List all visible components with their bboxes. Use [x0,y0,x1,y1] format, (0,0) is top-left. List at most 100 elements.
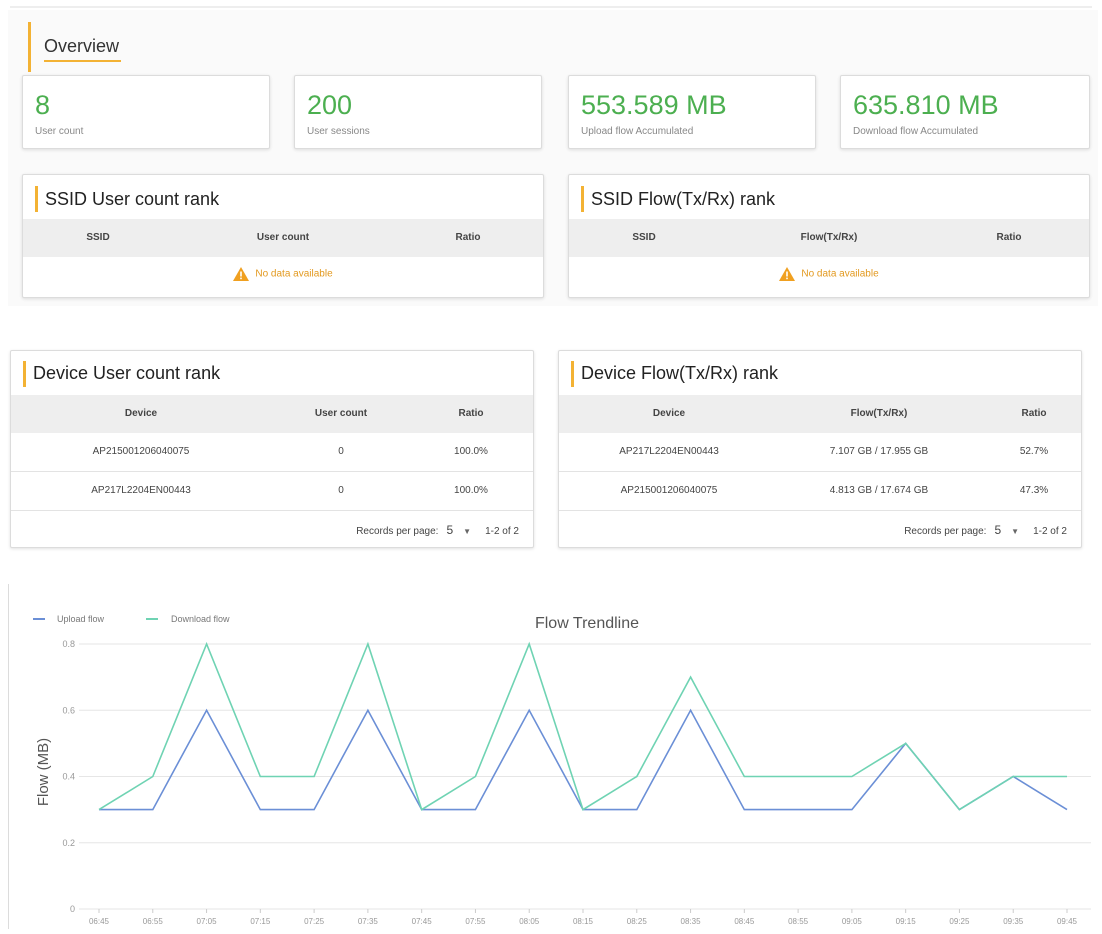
chart-legend[interactable]: Upload flow Download flow [33,614,230,624]
column-header-user-count[interactable]: User count [291,395,391,433]
column-header-ratio[interactable]: Ratio [1004,395,1064,433]
column-header-flow[interactable]: Flow(Tx/Rx) [814,395,944,433]
x-tick-label: 08:55 [788,917,809,926]
overview-title-underline [44,60,121,62]
x-tick-label: 09:25 [949,917,970,926]
series-line-upload[interactable] [99,708,1068,811]
card-accent-bar [581,186,584,212]
cell-flow: 4.813 GB / 17.674 GB [829,485,929,496]
column-header-ssid[interactable]: SSID [23,219,173,257]
column-header-device[interactable]: Device [599,395,739,433]
table-header: SSID Flow(Tx/Rx) Ratio [569,219,1089,257]
stat-value: 553.589 MB [581,90,727,120]
x-tick-label: 08:45 [734,917,755,926]
caret-down-icon[interactable]: ▼ [463,527,471,536]
pagination: Records per page: 5 ▼ 1-2 of 2 [904,523,1067,537]
card-title: Device Flow(Tx/Rx) rank [581,363,779,383]
page-range: 1-2 of 2 [485,526,519,537]
cell-flow: 7.107 GB / 17.955 GB [829,446,929,457]
stat-value: 635.810 MB [853,90,999,120]
ssid-user-count-rank-card: SSID User count rank SSID User count Rat… [22,174,544,298]
x-tick-label: 07:35 [358,917,379,926]
x-tick-label: 08:25 [627,917,648,926]
x-axis-ticks: 06:45 06:55 07:05 07:15 07:25 07:35 07:45 07:55… [89,909,1078,926]
y-tick-label: 0.6 [62,705,75,715]
x-tick-label: 07:45 [412,917,433,926]
y-tick-label: 0 [70,904,75,914]
table-header: Device User count Ratio [11,395,533,433]
row-divider [11,510,533,511]
page-range: 1-2 of 2 [1033,526,1067,537]
top-divider [10,6,1092,8]
table-header: Device Flow(Tx/Rx) Ratio [559,395,1081,433]
y-axis-label: Flow (MB) [35,738,52,806]
card-title: SSID Flow(Tx/Rx) rank [591,189,776,209]
cell-ratio: 52.7% [1019,446,1049,457]
overview-title: Overview [44,36,120,56]
y-tick-label: 0.8 [62,639,75,649]
x-tick-label: 08:05 [519,917,540,926]
x-tick-label: 08:35 [681,917,702,926]
column-header-user-count[interactable]: User count [198,219,368,257]
x-tick-label: 07:55 [465,917,486,926]
overview-section: Overview 8 User count 200 User sessions … [8,10,1098,306]
records-per-page-select[interactable]: 5 [994,523,1001,537]
legend-label-download[interactable]: Download flow [171,614,230,624]
row-divider [559,510,1081,511]
column-header-ratio[interactable]: Ratio [441,395,501,433]
caret-down-icon[interactable]: ▼ [1011,527,1019,536]
legend-label-upload[interactable]: Upload flow [57,614,105,624]
cell-user-count: 0 [338,485,344,496]
chart-title: Flow Trendline [535,615,639,632]
column-header-ratio[interactable]: Ratio [974,219,1044,257]
stat-label: Upload flow Accumulated [581,126,694,137]
x-tick-label: 07:25 [304,917,325,926]
series-line-download[interactable] [98,641,1067,811]
cell-ratio: 100.0% [454,446,488,457]
no-data-text: No data available [801,268,879,280]
stat-label: User sessions [307,126,370,137]
no-data-text: No data available [255,268,333,280]
stat-card-user-sessions: 200 User sessions [294,75,542,149]
cell-ratio: 100.0% [454,485,488,496]
stat-card-download-flow: 635.810 MB Download flow Accumulated [840,75,1090,149]
records-per-page-label: Records per page: [904,526,987,537]
chart-grid [79,643,1091,910]
records-per-page-select[interactable]: 5 [446,523,453,537]
stat-value: 8 [35,90,51,120]
flow-trendline-card: 0 0.2 0.4 0.6 0.8 06:45 06:55 07:05 07:15 07:25 0… [8,584,1102,929]
stat-label: User count [35,126,84,137]
records-per-page-label: Records per page: [356,526,439,537]
ssid-flow-rank-card: SSID Flow(Tx/Rx) rank SSID Flow(Tx/Rx) R… [568,174,1090,298]
card-accent-bar [23,361,26,387]
x-tick-label: 09:45 [1057,917,1078,926]
cell-device: AP215001206040075 [620,485,718,496]
y-tick-label: 0.2 [62,838,75,848]
card-accent-bar [35,186,38,212]
no-data-message: No data available [23,267,543,281]
warning-triangle-icon [779,267,796,281]
column-header-ssid[interactable]: SSID [569,219,719,257]
column-header-ratio[interactable]: Ratio [433,219,503,257]
y-axis-ticks: 0 0.2 0.4 0.6 0.8 [62,639,75,914]
cell-user-count: 0 [338,446,344,457]
cell-device: AP215001206040075 [92,446,190,457]
chart-series-group [98,641,1068,811]
x-tick-label: 07:15 [250,917,271,926]
stat-label: Download flow Accumulated [853,126,979,137]
stat-card-upload-flow: 553.589 MB Upload flow Accumulated [568,75,816,149]
y-tick-label: 0.4 [62,772,75,782]
stat-value: 200 [307,90,353,120]
cell-ratio: 47.3% [1019,485,1049,496]
x-tick-label: 09:35 [1003,917,1024,926]
column-header-flow[interactable]: Flow(Tx/Rx) [744,219,914,257]
warning-triangle-icon [233,267,250,281]
cell-device: AP217L2204EN00443 [91,485,191,496]
flow-trendline-chart: 00.20.40.60.8 06:45 06:55 07:05 07:15 07:25 0… [33,614,1091,926]
overview-accent-bar [28,22,31,72]
column-header-device[interactable]: Device [71,395,211,433]
pagination: Records per page: 5 ▼ 1-2 of 2 [356,523,519,537]
device-flow-rank-card: Device Flow(Tx/Rx) rank Device Flow(Tx/R… [558,350,1082,548]
card-title: Device User count rank [33,363,221,383]
card-accent-bar [571,361,574,387]
